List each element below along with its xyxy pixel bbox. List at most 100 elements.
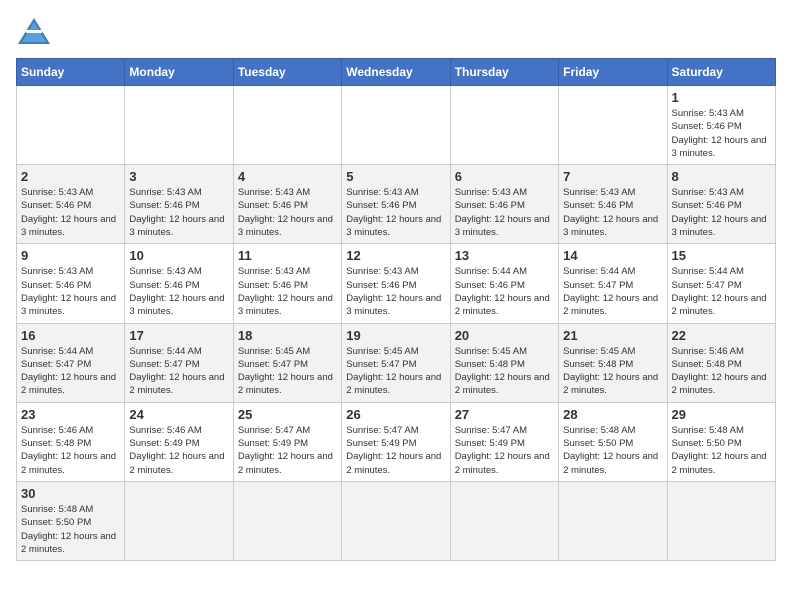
day-info: Sunrise: 5:43 AM Sunset: 5:46 PM Dayligh…: [563, 186, 662, 239]
calendar-cell: 28Sunrise: 5:48 AM Sunset: 5:50 PM Dayli…: [559, 402, 667, 481]
calendar-cell: 4 Sunrise: 5:43 AM Sunset: 5:46 PM Daylig…: [233, 165, 341, 244]
day-info: Sunrise: 5:44 AM Sunset: 5:47 PM Dayligh…: [129, 345, 228, 398]
day-info: Sunrise: 5:43 AM Sunset: 5:46 PM Dayligh…: [346, 265, 445, 318]
weekday-header-monday: Monday: [125, 59, 233, 86]
day-number: 10: [129, 248, 228, 263]
day-number: 29: [672, 407, 771, 422]
day-info: Sunrise: 5:44 AM Sunset: 5:47 PM Dayligh…: [563, 265, 662, 318]
week-row-2: 2 Sunrise: 5:43 AM Sunset: 5:46 PM Daylig…: [17, 165, 776, 244]
week-row-4: 16 Sunrise: 5:44 AM Sunset: 5:47 PM Dayli…: [17, 323, 776, 402]
day-number: 7: [563, 169, 662, 184]
day-info: Sunrise: 5:45 AM Sunset: 5:47 PM Dayligh…: [238, 345, 337, 398]
day-info: Sunrise: 5:45 AM Sunset: 5:48 PM Dayligh…: [455, 345, 554, 398]
day-info: Sunrise: 5:47 AM Sunset: 5:49 PM Dayligh…: [238, 424, 337, 477]
week-row-6: 30Sunrise: 5:48 AM Sunset: 5:50 PM Dayli…: [17, 481, 776, 560]
day-number: 11: [238, 248, 337, 263]
calendar-cell: 15Sunrise: 5:44 AM Sunset: 5:47 PM Dayli…: [667, 244, 775, 323]
calendar-cell: 3Sunrise: 5:43 AM Sunset: 5:46 PM Daylig…: [125, 165, 233, 244]
day-number: 19: [346, 328, 445, 343]
calendar-cell: 1 Sunrise: 5:43 AM Sunset: 5:46 PM Daylig…: [667, 86, 775, 165]
day-info: Sunrise: 5:43 AM Sunset: 5:46 PM Dayligh…: [129, 186, 228, 239]
calendar-cell: 9 Sunrise: 5:43 AM Sunset: 5:46 PM Daylig…: [17, 244, 125, 323]
calendar-cell: 7 Sunrise: 5:43 AM Sunset: 5:46 PM Daylig…: [559, 165, 667, 244]
calendar-cell: [342, 86, 450, 165]
day-info: Sunrise: 5:47 AM Sunset: 5:49 PM Dayligh…: [346, 424, 445, 477]
calendar-cell: [559, 86, 667, 165]
day-info: Sunrise: 5:46 AM Sunset: 5:48 PM Dayligh…: [672, 345, 771, 398]
week-row-3: 9 Sunrise: 5:43 AM Sunset: 5:46 PM Daylig…: [17, 244, 776, 323]
calendar-cell: [450, 86, 558, 165]
day-info: Sunrise: 5:48 AM Sunset: 5:50 PM Dayligh…: [672, 424, 771, 477]
calendar-cell: [233, 481, 341, 560]
day-number: 17: [129, 328, 228, 343]
week-row-1: 1 Sunrise: 5:43 AM Sunset: 5:46 PM Daylig…: [17, 86, 776, 165]
calendar-cell: 17 Sunrise: 5:44 AM Sunset: 5:47 PM Dayli…: [125, 323, 233, 402]
day-number: 4: [238, 169, 337, 184]
calendar-cell: 13 Sunrise: 5:44 AM Sunset: 5:46 PM Dayli…: [450, 244, 558, 323]
day-number: 13: [455, 248, 554, 263]
day-info: Sunrise: 5:45 AM Sunset: 5:48 PM Dayligh…: [563, 345, 662, 398]
calendar-cell: 5 Sunrise: 5:43 AM Sunset: 5:46 PM Daylig…: [342, 165, 450, 244]
calendar-cell: 24Sunrise: 5:46 AM Sunset: 5:49 PM Dayli…: [125, 402, 233, 481]
day-number: 28: [563, 407, 662, 422]
day-info: Sunrise: 5:46 AM Sunset: 5:48 PM Dayligh…: [21, 424, 120, 477]
day-info: Sunrise: 5:43 AM Sunset: 5:46 PM Dayligh…: [455, 186, 554, 239]
calendar-cell: 14 Sunrise: 5:44 AM Sunset: 5:47 PM Dayli…: [559, 244, 667, 323]
day-number: 12: [346, 248, 445, 263]
calendar-cell: 29 Sunrise: 5:48 AM Sunset: 5:50 PM Dayli…: [667, 402, 775, 481]
calendar-cell: [342, 481, 450, 560]
day-info: Sunrise: 5:43 AM Sunset: 5:46 PM Dayligh…: [238, 265, 337, 318]
day-number: 8: [672, 169, 771, 184]
calendar-cell: 11 Sunrise: 5:43 AM Sunset: 5:46 PM Dayli…: [233, 244, 341, 323]
day-number: 16: [21, 328, 120, 343]
calendar-cell: [125, 481, 233, 560]
day-number: 24: [129, 407, 228, 422]
day-info: Sunrise: 5:45 AM Sunset: 5:47 PM Dayligh…: [346, 345, 445, 398]
calendar-cell: 23 Sunrise: 5:46 AM Sunset: 5:48 PM Dayli…: [17, 402, 125, 481]
calendar-cell: 10 Sunrise: 5:43 AM Sunset: 5:46 PM Dayli…: [125, 244, 233, 323]
calendar-cell: 8Sunrise: 5:43 AM Sunset: 5:46 PM Daylig…: [667, 165, 775, 244]
day-info: Sunrise: 5:44 AM Sunset: 5:46 PM Dayligh…: [455, 265, 554, 318]
logo-icon: [16, 16, 52, 46]
day-number: 1: [672, 90, 771, 105]
calendar-cell: [17, 86, 125, 165]
day-info: Sunrise: 5:43 AM Sunset: 5:46 PM Dayligh…: [238, 186, 337, 239]
logo: [16, 16, 58, 46]
calendar-cell: 22Sunrise: 5:46 AM Sunset: 5:48 PM Dayli…: [667, 323, 775, 402]
calendar-cell: 20 Sunrise: 5:45 AM Sunset: 5:48 PM Dayli…: [450, 323, 558, 402]
day-number: 23: [21, 407, 120, 422]
day-number: 2: [21, 169, 120, 184]
day-number: 21: [563, 328, 662, 343]
calendar-cell: 21 Sunrise: 5:45 AM Sunset: 5:48 PM Dayli…: [559, 323, 667, 402]
day-number: 5: [346, 169, 445, 184]
calendar-cell: [667, 481, 775, 560]
calendar-cell: 30Sunrise: 5:48 AM Sunset: 5:50 PM Dayli…: [17, 481, 125, 560]
calendar-cell: 2Sunrise: 5:43 AM Sunset: 5:46 PM Daylig…: [17, 165, 125, 244]
day-info: Sunrise: 5:43 AM Sunset: 5:46 PM Dayligh…: [672, 107, 771, 160]
day-info: Sunrise: 5:43 AM Sunset: 5:46 PM Dayligh…: [346, 186, 445, 239]
calendar-cell: 12 Sunrise: 5:43 AM Sunset: 5:46 PM Dayli…: [342, 244, 450, 323]
weekday-header-saturday: Saturday: [667, 59, 775, 86]
day-number: 9: [21, 248, 120, 263]
day-number: 6: [455, 169, 554, 184]
calendar-cell: [233, 86, 341, 165]
calendar-cell: [559, 481, 667, 560]
calendar-cell: 19 Sunrise: 5:45 AM Sunset: 5:47 PM Dayli…: [342, 323, 450, 402]
weekday-header-friday: Friday: [559, 59, 667, 86]
calendar-cell: 25Sunrise: 5:47 AM Sunset: 5:49 PM Dayli…: [233, 402, 341, 481]
weekday-header-thursday: Thursday: [450, 59, 558, 86]
calendar-cell: 18Sunrise: 5:45 AM Sunset: 5:47 PM Dayli…: [233, 323, 341, 402]
calendar-cell: 6 Sunrise: 5:43 AM Sunset: 5:46 PM Daylig…: [450, 165, 558, 244]
calendar-cell: 26Sunrise: 5:47 AM Sunset: 5:49 PM Dayli…: [342, 402, 450, 481]
calendar: SundayMondayTuesdayWednesdayThursdayFrid…: [16, 58, 776, 561]
day-info: Sunrise: 5:43 AM Sunset: 5:46 PM Dayligh…: [129, 265, 228, 318]
header: [16, 16, 776, 46]
weekday-header-tuesday: Tuesday: [233, 59, 341, 86]
day-info: Sunrise: 5:44 AM Sunset: 5:47 PM Dayligh…: [21, 345, 120, 398]
calendar-cell: [125, 86, 233, 165]
day-info: Sunrise: 5:43 AM Sunset: 5:46 PM Dayligh…: [21, 265, 120, 318]
day-info: Sunrise: 5:47 AM Sunset: 5:49 PM Dayligh…: [455, 424, 554, 477]
weekday-header-row: SundayMondayTuesdayWednesdayThursdayFrid…: [17, 59, 776, 86]
day-number: 20: [455, 328, 554, 343]
day-number: 14: [563, 248, 662, 263]
